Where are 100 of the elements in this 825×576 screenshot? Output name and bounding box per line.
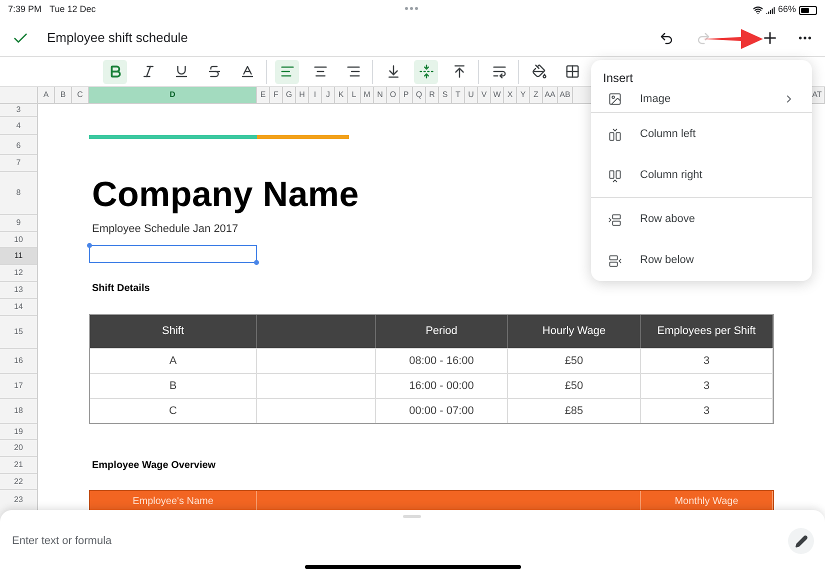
text-color-icon bbox=[240, 64, 254, 79]
column-left-icon bbox=[608, 128, 622, 142]
row-header[interactable]: 20 bbox=[0, 440, 37, 457]
image-icon bbox=[608, 92, 622, 106]
row-header[interactable]: 4 bbox=[0, 117, 37, 135]
column-header[interactable]: P bbox=[400, 87, 413, 103]
fill-color-icon bbox=[532, 64, 546, 79]
align-middle-button[interactable] bbox=[414, 60, 438, 84]
underline-icon bbox=[174, 64, 188, 79]
column-header[interactable]: K bbox=[335, 87, 348, 103]
menu-item[interactable]: Column right bbox=[591, 155, 812, 196]
row-header[interactable]: 11 bbox=[0, 248, 37, 265]
row-header[interactable]: 13 bbox=[0, 282, 37, 299]
row-header[interactable]: 19 bbox=[0, 424, 37, 440]
table-cell: 16:00 - 00:00 bbox=[376, 374, 508, 398]
row-header[interactable]: 12 bbox=[0, 265, 37, 282]
table-cell: £50 bbox=[508, 374, 641, 398]
column-header[interactable]: L bbox=[348, 87, 361, 103]
column-header[interactable]: O bbox=[387, 87, 400, 103]
table-cell: £50 bbox=[508, 349, 641, 373]
row-header[interactable]: 18 bbox=[0, 399, 37, 424]
column-header[interactable]: U bbox=[465, 87, 478, 103]
column-header[interactable]: F bbox=[270, 87, 283, 103]
align-right-icon bbox=[346, 64, 360, 79]
table-cell: 00:00 - 07:00 bbox=[376, 399, 508, 423]
table-header-cell: Shift bbox=[90, 315, 257, 348]
table-cell: 08:00 - 16:00 bbox=[376, 349, 508, 373]
row-header[interactable]: 15 bbox=[0, 316, 37, 349]
borders-icon bbox=[564, 64, 580, 79]
menu-item[interactable]: Row above bbox=[591, 199, 812, 240]
table-cell: 3 bbox=[641, 349, 773, 373]
row-header[interactable]: 16 bbox=[0, 349, 37, 374]
table-cell: B bbox=[90, 374, 257, 398]
column-header[interactable]: D bbox=[89, 87, 257, 103]
bold-button[interactable] bbox=[103, 60, 127, 84]
column-header[interactable]: M bbox=[361, 87, 374, 103]
table-cell: A bbox=[90, 349, 257, 373]
row-below-icon bbox=[608, 254, 622, 268]
company-name: Company Name bbox=[91, 175, 359, 215]
status-date: Tue 12 Dec bbox=[50, 3, 96, 16]
table-cell: 3 bbox=[641, 399, 773, 423]
column-header[interactable]: AB bbox=[558, 87, 573, 103]
undo-icon[interactable] bbox=[659, 30, 674, 46]
cell-selection[interactable] bbox=[89, 245, 257, 263]
align-left-icon bbox=[280, 64, 294, 79]
row-header[interactable]: 6 bbox=[0, 138, 37, 155]
align-bottom-icon bbox=[386, 64, 400, 79]
menu-item[interactable]: Image bbox=[591, 87, 812, 111]
table-cell: 3 bbox=[641, 374, 773, 398]
battery-icon bbox=[799, 6, 817, 14]
menu-item[interactable]: Row below bbox=[591, 240, 812, 281]
sheet-handle-icon[interactable] bbox=[403, 515, 421, 518]
column-header[interactable]: AA bbox=[543, 87, 558, 103]
align-center-icon bbox=[312, 64, 328, 79]
menu-item[interactable]: Column left bbox=[591, 114, 812, 155]
table-header-cell: Hourly Wage bbox=[508, 315, 641, 348]
wrap-text-icon bbox=[492, 64, 506, 79]
column-header[interactable]: S bbox=[439, 87, 452, 103]
menu-title: Insert bbox=[602, 70, 634, 87]
align-middle-icon bbox=[418, 64, 434, 79]
column-header[interactable]: H bbox=[296, 87, 309, 103]
row-header[interactable]: 9 bbox=[0, 215, 37, 232]
row-header[interactable]: 17 bbox=[0, 374, 37, 399]
row-above-icon bbox=[608, 212, 622, 226]
column-header[interactable]: Y bbox=[517, 87, 530, 103]
column-header[interactable]: W bbox=[491, 87, 504, 103]
table-cell: C bbox=[90, 399, 257, 423]
column-header[interactable]: Z bbox=[530, 87, 543, 103]
column-header[interactable]: B bbox=[55, 87, 72, 103]
strikethrough-icon bbox=[206, 64, 222, 79]
row-header[interactable]: 14 bbox=[0, 299, 37, 316]
align-left-button[interactable] bbox=[275, 60, 299, 84]
document-title: Employee shift schedule bbox=[47, 29, 188, 48]
status-time: 7:39 PM bbox=[8, 3, 42, 16]
wage-overview-heading: Employee Wage Overview bbox=[91, 459, 217, 473]
shift-details-heading: Shift Details bbox=[91, 282, 151, 296]
row-header[interactable]: 3 bbox=[0, 104, 37, 117]
row-header[interactable]: 7 bbox=[0, 155, 37, 172]
column-header[interactable]: R bbox=[426, 87, 439, 103]
multitask-dots-icon[interactable] bbox=[405, 7, 418, 10]
pencil-icon bbox=[794, 534, 808, 548]
column-header[interactable]: A bbox=[38, 87, 55, 103]
column-header[interactable]: N bbox=[374, 87, 387, 103]
table-header-cell: Period bbox=[376, 315, 508, 348]
column-header[interactable]: V bbox=[478, 87, 491, 103]
row-header[interactable]: 21 bbox=[0, 457, 37, 474]
row-header[interactable]: 22 bbox=[0, 474, 37, 490]
column-header[interactable]: E bbox=[257, 87, 270, 103]
insert-icon[interactable] bbox=[761, 29, 779, 47]
column-header[interactable]: T bbox=[452, 87, 465, 103]
column-header[interactable]: Q bbox=[413, 87, 426, 103]
column-header[interactable]: J bbox=[322, 87, 335, 103]
edit-button[interactable] bbox=[788, 528, 814, 554]
column-header[interactable]: X bbox=[504, 87, 517, 103]
schedule-subtitle: Employee Schedule Jan 2017 bbox=[91, 222, 240, 237]
row-header[interactable]: 8 bbox=[0, 172, 37, 215]
italic-icon bbox=[140, 64, 156, 79]
column-header[interactable]: I bbox=[309, 87, 322, 103]
column-header[interactable]: G bbox=[283, 87, 296, 103]
formula-input[interactable]: Enter text or formula bbox=[12, 532, 712, 550]
